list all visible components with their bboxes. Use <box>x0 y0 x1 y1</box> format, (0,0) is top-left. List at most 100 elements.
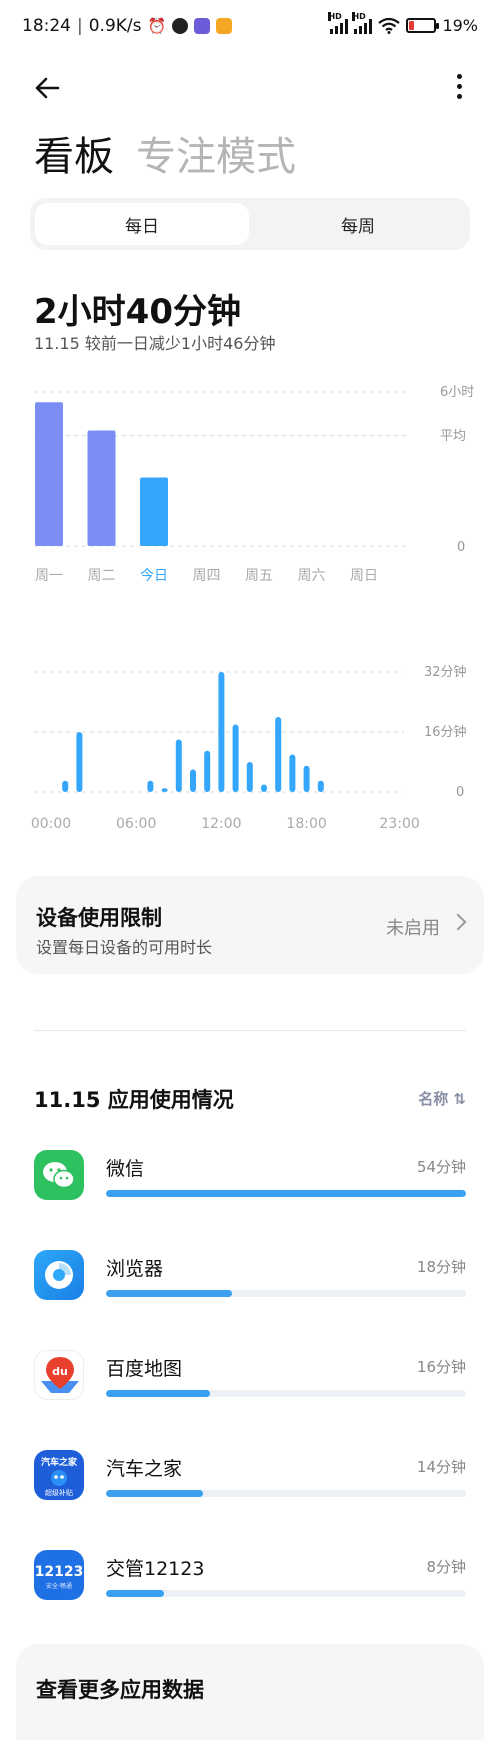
hourly-bar-18[interactable] <box>303 765 310 792</box>
battery-icon <box>406 18 440 33</box>
app-usage-fill <box>106 1290 232 1297</box>
message-notification-icon <box>216 18 233 34</box>
hourly-x-label: 00:00 <box>31 816 71 832</box>
hourly-bar-16[interactable] <box>275 717 282 792</box>
wechat-icon <box>34 1150 84 1200</box>
tab-dashboard[interactable]: 看板 <box>34 124 114 182</box>
weekly-y-max-label: 6小时 <box>440 385 474 400</box>
sort-by-name-button[interactable]: 名称 ⇅ <box>418 1088 466 1109</box>
app-name: 浏览器 <box>106 1258 164 1280</box>
traffic-icon-slogan: 安全·畅通 <box>46 1582 72 1590</box>
app-name: 百度地图 <box>106 1358 183 1380</box>
summary-compare: 较前一日减少1小时46分钟 <box>84 334 276 353</box>
tab-focus-mode[interactable]: 专注模式 <box>136 124 296 182</box>
hourly-x-label: 18:00 <box>286 816 326 832</box>
hourly-x-label: 12:00 <box>201 816 241 832</box>
hourly-bar-7[interactable] <box>147 780 154 792</box>
status-time: 18:24 <box>22 16 71 36</box>
app-row-traffic-12123[interactable]: 12123 安全·畅通 交管12123 8分钟 <box>34 1550 466 1610</box>
app-row-browser[interactable]: 浏览器 18分钟 <box>34 1250 466 1310</box>
hourly-bar-17[interactable] <box>289 754 296 793</box>
total-usage-time: 2小时40分钟 <box>34 292 241 332</box>
chevron-right-icon <box>449 913 467 931</box>
app-usage-bar <box>106 1590 466 1597</box>
hourly-bar-11[interactable] <box>204 750 211 792</box>
hourly-bar-19[interactable] <box>317 780 324 792</box>
traffic-12123-icon: 12123 安全·畅通 <box>34 1550 84 1600</box>
hourly-bar-9[interactable] <box>175 739 182 793</box>
autohome-icon: 汽车之家 超级补贴 <box>34 1450 84 1500</box>
app-time: 18分钟 <box>416 1258 466 1276</box>
app-time: 54分钟 <box>416 1158 466 1176</box>
hourly-bar-14[interactable] <box>246 762 253 792</box>
app-row-baidu-map[interactable]: du 百度地图 16分钟 <box>34 1350 466 1410</box>
device-limit-subtitle: 设置每日设备的可用时长 <box>36 938 213 957</box>
app-time: 8分钟 <box>426 1558 466 1576</box>
more-options-icon[interactable] <box>454 74 464 102</box>
weekly-x-label[interactable]: 周六 <box>298 568 326 584</box>
hourly-x-label: 23:00 <box>379 816 419 832</box>
usage-charts: 6小时 平均 0 周一 周二 今日 周四 周五 周六 周日 32分钟 16分钟 0 00:0… <box>31 385 474 832</box>
battery-percent: 19% <box>442 16 478 35</box>
weekly-x-label[interactable]: 周一 <box>35 568 63 584</box>
app-usage-bar <box>106 1190 466 1197</box>
app-time: 16分钟 <box>416 1358 466 1376</box>
top-bar <box>0 62 500 112</box>
hourly-bar-8[interactable] <box>161 788 168 792</box>
weekly-bar-1[interactable] <box>87 430 116 547</box>
weekly-x-label[interactable]: 周五 <box>245 568 273 584</box>
period-segmented-control: 每日 每周 <box>30 198 470 250</box>
app-row-wechat[interactable]: 微信 54分钟 <box>34 1150 466 1210</box>
browser-icon <box>34 1250 84 1300</box>
app-usage-bar <box>106 1490 466 1497</box>
summary-date: 11.15 <box>34 334 80 353</box>
back-icon[interactable] <box>30 70 66 106</box>
weekly-y-zero-label: 0 <box>457 540 465 555</box>
weekly-bar-0[interactable] <box>35 402 63 546</box>
usage-comparison: 11.15 较前一日减少1小时46分钟 <box>34 330 275 354</box>
app-row-autohome[interactable]: 汽车之家 超级补贴 汽车之家 14分钟 <box>34 1450 466 1510</box>
segment-daily[interactable]: 每日 <box>35 203 249 245</box>
weekly-x-label[interactable]: 周四 <box>193 568 221 584</box>
app-name: 微信 <box>106 1158 145 1180</box>
section-divider <box>34 1030 466 1031</box>
app-notification-icon <box>194 18 211 34</box>
baidu-map-icon: du <box>34 1350 84 1400</box>
signal-icon: HD <box>328 11 349 34</box>
app-usage-title: 11.15 应用使用情况 <box>34 1088 234 1112</box>
network-speed: 0.9K/s <box>88 16 142 36</box>
more-app-data-title: 查看更多应用数据 <box>36 1678 204 1702</box>
app-usage-fill <box>106 1190 466 1197</box>
hourly-bar-1[interactable] <box>62 780 69 792</box>
device-limit-card[interactable]: 设备使用限制 设置每日设备的可用时长 未启用 <box>16 876 484 974</box>
wifi-icon <box>378 17 401 34</box>
app-usage-bar <box>106 1390 466 1397</box>
hourly-bar-12[interactable] <box>218 672 225 792</box>
baidu-map-icon-label: du <box>52 1365 68 1378</box>
hourly-y-zero-label: 0 <box>456 785 464 800</box>
weekly-x-label[interactable]: 今日 <box>140 568 168 584</box>
autohome-icon-title: 汽车之家 <box>41 1456 78 1468</box>
alarm-icon: ⏰ <box>147 17 167 35</box>
weekly-x-label[interactable]: 周日 <box>350 568 378 584</box>
weekly-bar-2[interactable] <box>140 477 168 546</box>
segment-weekly[interactable]: 每周 <box>251 203 465 245</box>
app-usage-bar <box>106 1290 466 1297</box>
status-bar: 18:24 | 0.9K/s ⏰ HD HD 19% <box>22 11 478 36</box>
app-usage-fill <box>106 1590 164 1597</box>
device-limit-status: 未启用 <box>386 918 440 939</box>
hourly-bar-15[interactable] <box>261 784 267 793</box>
hourly-bar-2[interactable] <box>76 732 83 792</box>
hourly-x-label: 06:00 <box>116 816 156 832</box>
hourly-bar-10[interactable] <box>190 769 196 793</box>
page-title-tabs: 看板 专注模式 <box>34 124 296 182</box>
hourly-bar-13[interactable] <box>232 724 239 793</box>
autohome-icon-subtitle: 超级补贴 <box>45 1488 73 1497</box>
more-app-data-card[interactable]: 查看更多应用数据 <box>16 1644 484 1740</box>
app-usage-fill <box>106 1490 204 1497</box>
hourly-y-top-label: 32分钟 <box>424 664 467 680</box>
weekly-x-label[interactable]: 周二 <box>88 568 116 584</box>
hourly-y-mid-label: 16分钟 <box>424 724 467 740</box>
signal-icon: HD <box>352 11 373 34</box>
app-usage-fill <box>106 1390 211 1397</box>
